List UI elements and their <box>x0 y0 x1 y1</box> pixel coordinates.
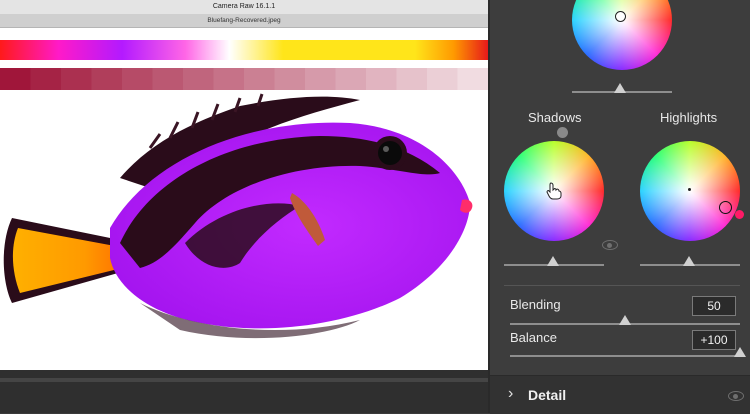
blending-label: Blending <box>510 297 561 312</box>
swatch <box>457 68 488 90</box>
shadows-luminance-thumb[interactable] <box>547 256 559 266</box>
balance-label: Balance <box>510 330 557 345</box>
swatch <box>335 68 367 90</box>
swatch <box>213 68 245 90</box>
highlights-center-point <box>688 188 691 191</box>
highlights-luminance-thumb[interactable] <box>683 256 695 266</box>
window-title: Camera Raw 16.1.1 <box>0 0 488 14</box>
balance-slider-thumb[interactable] <box>734 347 746 357</box>
highlights-label: Highlights <box>660 110 718 125</box>
swatch <box>152 68 184 90</box>
swatch-strip <box>0 68 488 90</box>
swatch <box>396 68 428 90</box>
midtones-wheel-handle[interactable] <box>615 11 626 22</box>
hand-cursor-icon <box>546 182 562 200</box>
balance-value-field[interactable]: +100 <box>692 330 736 350</box>
swatch <box>366 68 397 90</box>
shadows-reset-dot[interactable] <box>557 127 568 138</box>
file-name: Bluefang-Recovered.jpeg <box>0 14 488 28</box>
blending-value-field[interactable]: 50 <box>692 296 736 316</box>
swatch <box>91 68 123 90</box>
detail-visibility-eye-icon[interactable] <box>728 391 744 401</box>
highlights-color-wheel[interactable] <box>640 141 740 241</box>
highlights-color-dot[interactable] <box>735 210 744 219</box>
swatch <box>274 68 306 90</box>
swatch <box>427 68 458 90</box>
detail-label: Detail <box>528 387 567 403</box>
chevron-right-icon: › <box>508 385 514 402</box>
fish-image <box>3 93 473 339</box>
midtones-luminance-thumb[interactable] <box>614 83 626 93</box>
shadows-visibility-eye-icon[interactable] <box>602 240 618 250</box>
blending-slider-thumb[interactable] <box>619 315 631 325</box>
swatch <box>0 68 31 90</box>
detail-section-header[interactable]: › Detail <box>490 375 750 414</box>
swatch <box>244 68 275 90</box>
panel-divider <box>504 285 740 286</box>
swatch <box>305 68 336 90</box>
filmstrip-area <box>0 370 488 413</box>
swatch <box>61 68 92 90</box>
balance-slider-track[interactable] <box>510 355 740 357</box>
highlights-wheel-handle[interactable] <box>719 201 732 214</box>
color-grading-panel: Shadows Highlights Blending 50 Balance +… <box>488 0 750 414</box>
image-preview[interactable] <box>0 28 488 370</box>
swatch <box>122 68 153 90</box>
shadows-label: Shadows <box>528 110 582 125</box>
hue-ramp-bar <box>0 40 488 60</box>
swatch <box>30 68 62 90</box>
swatch <box>183 68 214 90</box>
preview-canvas <box>0 40 488 339</box>
